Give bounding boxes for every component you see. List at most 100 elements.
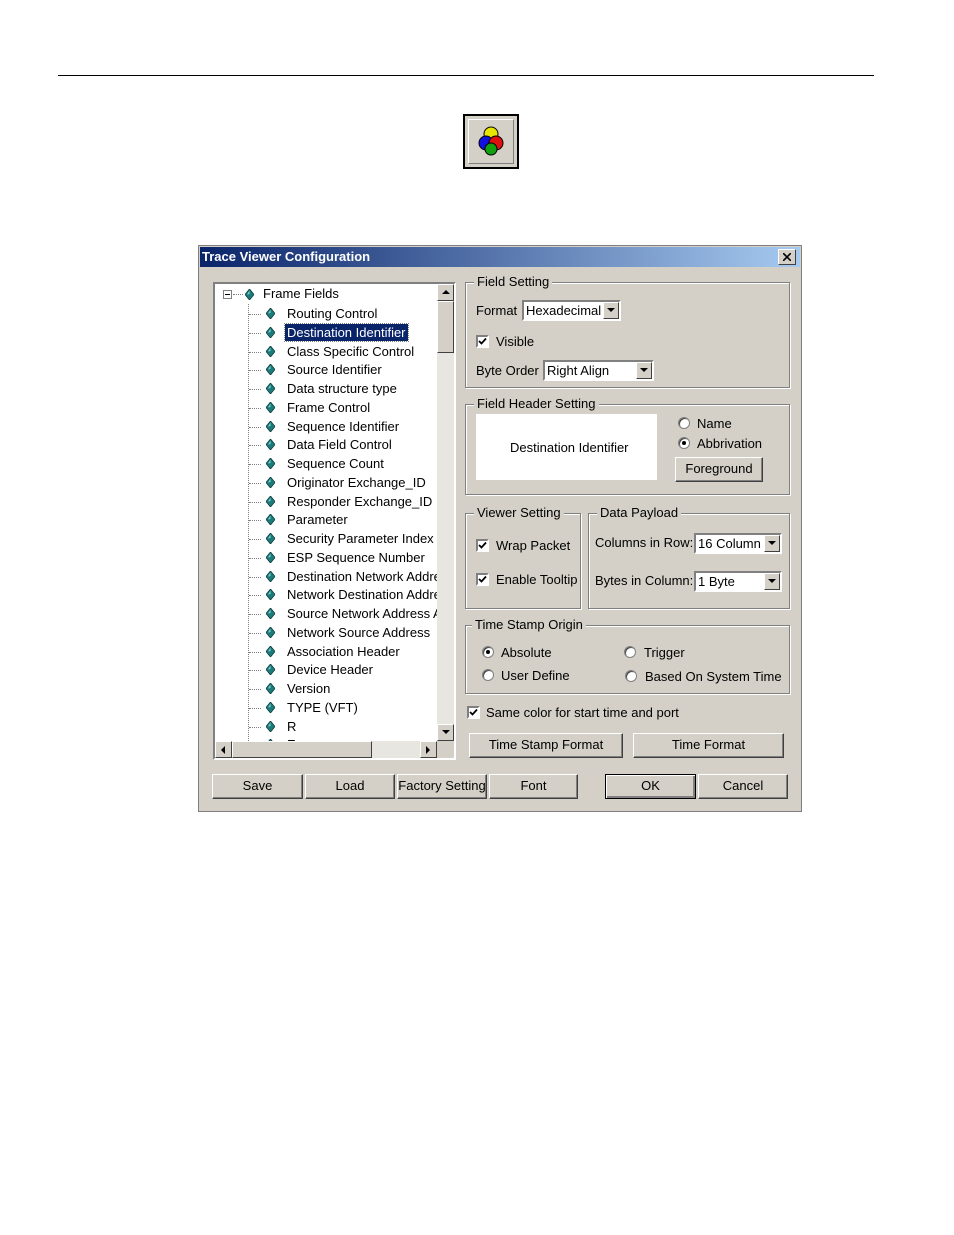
same-color-checkbox[interactable] bbox=[467, 706, 480, 719]
frame-fields-tree[interactable]: Frame Fields Routing Control Destination … bbox=[213, 282, 456, 760]
field-node-icon bbox=[245, 289, 254, 300]
tree-item[interactable]: Network Destination Addre bbox=[215, 586, 437, 604]
tree-item[interactable]: Device Header bbox=[215, 661, 437, 679]
trace-viewer-config-toolbar-button[interactable] bbox=[463, 114, 519, 169]
bytes-dropdown-button[interactable] bbox=[764, 573, 780, 590]
tree-connector bbox=[249, 539, 261, 540]
tree-item-label: Originator Exchange_ID bbox=[287, 474, 426, 490]
tree-item-label: Responder Exchange_ID bbox=[287, 493, 433, 509]
font-button[interactable]: Font bbox=[489, 774, 578, 799]
tree-item-label: Association Header bbox=[287, 643, 400, 659]
byte-order-dropdown-button[interactable] bbox=[636, 362, 652, 379]
dialog-title: Trace Viewer Configuration bbox=[202, 249, 371, 264]
format-dropdown-button[interactable] bbox=[603, 302, 619, 319]
chevron-down-icon bbox=[640, 368, 648, 372]
cancel-button[interactable]: Cancel bbox=[698, 774, 788, 799]
tree-item[interactable]: Version bbox=[215, 680, 437, 698]
byte-order-select[interactable]: Right Align bbox=[543, 360, 654, 381]
tree-item[interactable]: Class Specific Control bbox=[215, 343, 437, 361]
collapse-toggle-icon[interactable] bbox=[223, 290, 232, 299]
user-define-radio[interactable] bbox=[482, 669, 494, 681]
tree-item[interactable]: Security Parameter Index bbox=[215, 530, 437, 548]
checkmark-icon bbox=[469, 708, 478, 716]
arrow-left-icon bbox=[221, 746, 225, 754]
tree-item-label: Data Field Control bbox=[287, 437, 392, 453]
tree-vertical-scrollbar[interactable] bbox=[437, 284, 454, 741]
tree-connector bbox=[249, 651, 261, 653]
chevron-down-icon bbox=[768, 579, 776, 583]
tree-connector bbox=[249, 576, 261, 578]
load-button[interactable]: Load bbox=[305, 774, 395, 799]
tree-item[interactable]: R bbox=[215, 718, 437, 736]
tree-connector bbox=[249, 689, 261, 690]
field-node-icon bbox=[266, 439, 275, 451]
tree-item-label: Sequence Identifier bbox=[287, 418, 400, 434]
tree-item[interactable]: Parameter bbox=[215, 511, 437, 529]
horizontal-scroll-thumb[interactable] bbox=[232, 741, 372, 758]
tree-item[interactable]: Routing Control bbox=[215, 305, 437, 323]
bytes-in-column-select[interactable]: 1 Byte bbox=[694, 571, 782, 592]
format-select[interactable]: Hexadecimal bbox=[522, 300, 621, 321]
tree-item[interactable]: ESP Sequence Number bbox=[215, 549, 437, 567]
tree-item[interactable]: Data structure type bbox=[215, 380, 437, 398]
field-node-icon bbox=[266, 720, 275, 732]
tree-item[interactable]: Responder Exchange_ID bbox=[215, 493, 437, 511]
time-format-button[interactable]: Time Format bbox=[633, 733, 784, 758]
tree-item-label: Network Destination Addre bbox=[287, 587, 437, 603]
arrow-right-icon bbox=[426, 746, 430, 754]
absolute-radio[interactable] bbox=[482, 646, 494, 658]
tree-item[interactable]: Association Header bbox=[215, 643, 437, 661]
tree-item-label: Frame Control bbox=[287, 399, 371, 415]
foreground-button[interactable]: Foreground bbox=[675, 457, 763, 482]
tree-item[interactable]: Sequence Count bbox=[215, 455, 437, 473]
dialog-title-bar[interactable]: Trace Viewer Configuration bbox=[200, 247, 800, 267]
tree-item[interactable]: Data Field Control bbox=[215, 436, 437, 454]
tree-item-label: Device Header bbox=[287, 662, 373, 678]
tree-item[interactable]: Destination Network Addre bbox=[215, 568, 437, 586]
enable-tooltip-label: Enable Tooltip bbox=[496, 572, 578, 587]
scroll-down-button[interactable] bbox=[437, 724, 454, 741]
tree-item[interactable]: Source Identifier bbox=[215, 361, 437, 379]
data-payload-group: Data Payload Columns in Row: 16 Column B… bbox=[588, 505, 790, 609]
field-node-icon bbox=[266, 420, 275, 432]
chevron-down-icon bbox=[768, 541, 776, 545]
tree-item[interactable]: Frame Control bbox=[215, 399, 437, 417]
tree-item[interactable]: Source Network Address A bbox=[215, 605, 437, 623]
scroll-left-button[interactable] bbox=[215, 741, 232, 758]
field-node-icon bbox=[266, 326, 275, 338]
field-header-setting-group: Field Header Setting Destination Identif… bbox=[465, 396, 790, 495]
trigger-radio[interactable] bbox=[624, 646, 636, 658]
wrap-packet-checkbox[interactable] bbox=[476, 539, 489, 552]
columns-in-row-select[interactable]: 16 Column bbox=[694, 533, 782, 554]
tree-item[interactable]: Sequence Identifier bbox=[215, 418, 437, 436]
time-stamp-format-button[interactable]: Time Stamp Format bbox=[469, 733, 623, 758]
tree-connector bbox=[249, 520, 261, 522]
field-node-icon bbox=[266, 645, 275, 657]
name-radio[interactable] bbox=[678, 417, 690, 429]
tree-root-label: Frame Fields bbox=[263, 286, 339, 301]
tree-item[interactable]: Destination Identifier bbox=[215, 322, 437, 342]
tree-item[interactable]: TYPE (VFT) bbox=[215, 699, 437, 717]
vertical-scroll-thumb[interactable] bbox=[437, 301, 454, 353]
based-on-system-time-radio[interactable] bbox=[625, 670, 637, 682]
tree-item[interactable]: Originator Exchange_ID bbox=[215, 474, 437, 492]
columns-dropdown-button[interactable] bbox=[764, 535, 780, 552]
tree-connector bbox=[249, 370, 261, 372]
factory-setting-button[interactable]: Factory Setting bbox=[397, 774, 487, 799]
field-node-icon bbox=[266, 608, 275, 619]
save-button[interactable]: Save bbox=[212, 774, 303, 799]
scroll-right-button[interactable] bbox=[420, 741, 437, 758]
tree-item[interactable]: Network Source Address bbox=[215, 624, 437, 642]
ok-button[interactable]: OK bbox=[605, 774, 696, 799]
visible-checkbox[interactable] bbox=[476, 335, 489, 348]
color-circles-icon bbox=[478, 126, 504, 156]
abbrivation-radio[interactable] bbox=[678, 437, 690, 449]
enable-tooltip-checkbox[interactable] bbox=[476, 573, 489, 586]
tree-horizontal-scrollbar[interactable] bbox=[215, 741, 437, 758]
close-button[interactable] bbox=[778, 249, 796, 265]
page-header-rule bbox=[58, 75, 874, 76]
format-label: Format bbox=[476, 303, 518, 318]
bytes-in-column-label: Bytes in Column: bbox=[595, 573, 694, 588]
scroll-up-button[interactable] bbox=[437, 284, 454, 301]
tree-connector bbox=[249, 595, 261, 597]
